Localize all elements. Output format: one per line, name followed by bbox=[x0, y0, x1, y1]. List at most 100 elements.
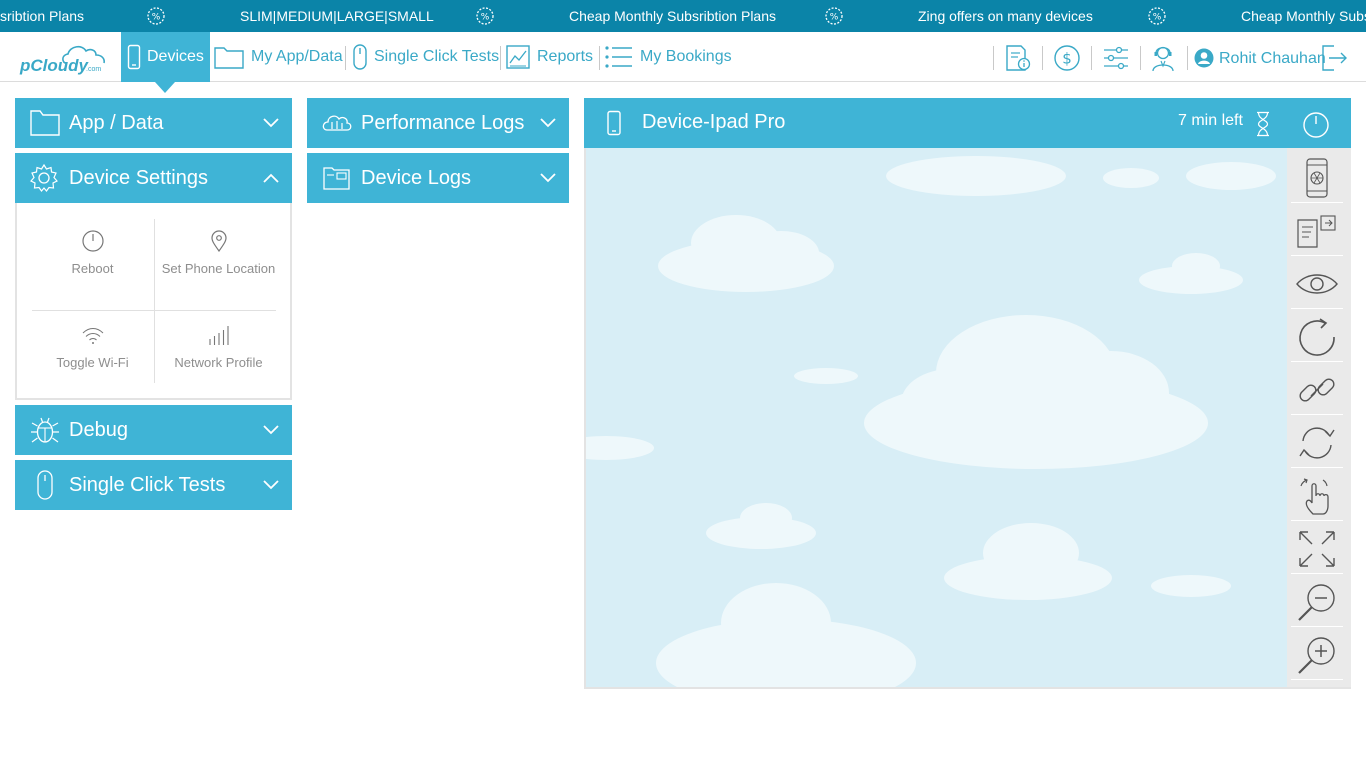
panel-device-logs-label: Device Logs bbox=[361, 167, 472, 189]
invoice-info-icon[interactable] bbox=[1003, 44, 1031, 72]
toggle-wifi-button[interactable]: Toggle Wi-Fi bbox=[32, 325, 153, 372]
nav-divider bbox=[599, 46, 600, 70]
mobile-phone-icon bbox=[607, 110, 621, 136]
svg-text:.com: .com bbox=[86, 66, 101, 73]
ticker-text: Zing offers on many devices bbox=[918, 8, 1093, 24]
rotate-button[interactable] bbox=[1291, 418, 1343, 468]
chevron-up-icon bbox=[263, 173, 279, 183]
panel-device-logs[interactable]: Device Logs bbox=[307, 153, 569, 203]
nav-divider bbox=[1140, 46, 1141, 70]
nav-my-bookings-label: My Bookings bbox=[640, 48, 732, 65]
nav-divider bbox=[1187, 46, 1188, 70]
cloud-performance-icon bbox=[322, 115, 352, 131]
nav-divider bbox=[993, 46, 994, 70]
power-icon bbox=[81, 230, 104, 252]
ticker-text: SLIM|MEDIUM|LARGE|SMALL bbox=[240, 8, 434, 24]
panel-debug-label: Debug bbox=[69, 419, 128, 441]
link-button[interactable] bbox=[1291, 365, 1343, 415]
fullscreen-icon bbox=[1299, 530, 1335, 567]
user-name[interactable]: Rohit Chauhan bbox=[1219, 32, 1326, 82]
pricing-dollar-icon[interactable]: $ bbox=[1053, 44, 1081, 72]
signal-bars-icon bbox=[208, 326, 229, 345]
pcloudy-logo[interactable]: pCloudy .com bbox=[18, 41, 114, 75]
release-device-power-icon[interactable] bbox=[1302, 111, 1330, 139]
nav-devices[interactable]: Devices bbox=[121, 32, 210, 82]
zoom-out-icon bbox=[1298, 583, 1335, 621]
network-profile-label: Network Profile bbox=[174, 355, 263, 370]
nav-single-click-tests[interactable]: Single Click Tests bbox=[352, 32, 499, 82]
device-action-toolbar bbox=[1287, 148, 1351, 689]
grid-divider bbox=[32, 310, 276, 311]
panel-app-data[interactable]: App / Data bbox=[15, 98, 292, 148]
session-time-left: 7 min left bbox=[1178, 112, 1243, 129]
logout-icon[interactable] bbox=[1320, 44, 1348, 72]
zoom-out-button[interactable] bbox=[1291, 577, 1343, 627]
log-window-icon bbox=[323, 167, 350, 190]
reload-button[interactable] bbox=[1291, 312, 1343, 362]
chevron-down-icon bbox=[540, 173, 556, 183]
rotate-icon bbox=[1299, 426, 1335, 459]
grid-divider bbox=[154, 219, 155, 383]
reboot-button[interactable]: Reboot bbox=[32, 229, 153, 278]
svg-text:%: % bbox=[481, 13, 490, 23]
install-app-icon bbox=[1297, 214, 1336, 248]
discount-badge-icon: % bbox=[147, 7, 165, 25]
folder-icon bbox=[30, 110, 60, 136]
set-phone-location-label: Set Phone Location bbox=[161, 261, 276, 276]
svg-text:%: % bbox=[152, 13, 161, 23]
view-button[interactable] bbox=[1291, 259, 1343, 309]
gesture-button[interactable] bbox=[1291, 471, 1343, 521]
device-screen[interactable] bbox=[584, 148, 1287, 689]
link-icon bbox=[1299, 377, 1335, 402]
ticker-text: Cheap Monthly Subsrib bbox=[1241, 8, 1366, 24]
report-icon bbox=[506, 45, 530, 69]
panel-debug[interactable]: Debug bbox=[15, 405, 292, 455]
nav-divider bbox=[1042, 46, 1043, 70]
gesture-icon bbox=[1300, 477, 1329, 515]
svg-text:$: $ bbox=[1062, 50, 1072, 68]
install-app-button[interactable] bbox=[1291, 206, 1343, 256]
nav-my-bookings[interactable]: My Bookings bbox=[604, 32, 732, 82]
mouse-icon bbox=[353, 44, 367, 70]
nav-reports[interactable]: Reports bbox=[505, 32, 593, 82]
nav-single-click-tests-label: Single Click Tests bbox=[374, 48, 500, 65]
nav-my-app-data[interactable]: My App/Data bbox=[213, 32, 343, 82]
fullscreen-button[interactable] bbox=[1291, 524, 1343, 574]
support-agent-icon[interactable] bbox=[1149, 44, 1177, 72]
nav-divider bbox=[1091, 46, 1092, 70]
set-phone-location-button[interactable]: Set Phone Location bbox=[158, 229, 279, 278]
panel-performance-logs-label: Performance Logs bbox=[361, 112, 525, 134]
settings-sliders-icon[interactable] bbox=[1102, 44, 1130, 72]
location-pin-icon bbox=[210, 230, 227, 253]
discount-badge-icon: % bbox=[1148, 7, 1166, 25]
chevron-down-icon bbox=[540, 118, 556, 128]
device-header: Device-Ipad Pro 7 min left bbox=[584, 98, 1351, 148]
zoom-in-button[interactable] bbox=[1291, 630, 1343, 680]
panel-single-click-tests[interactable]: Single Click Tests bbox=[15, 460, 292, 510]
nav-reports-label: Reports bbox=[537, 48, 594, 65]
hourglass-icon bbox=[1257, 111, 1269, 137]
user-avatar-icon[interactable] bbox=[1194, 48, 1214, 68]
panel-performance-logs[interactable]: Performance Logs bbox=[307, 98, 569, 148]
zoom-in-icon bbox=[1298, 636, 1335, 674]
nav-divider bbox=[500, 46, 501, 70]
panel-device-settings-label: Device Settings bbox=[69, 167, 208, 189]
top-navigation-bar: pCloudy .com Devices My App/Data Single … bbox=[0, 32, 1366, 82]
network-profile-button[interactable]: Network Profile bbox=[158, 325, 279, 372]
bug-icon bbox=[31, 417, 59, 443]
screenshot-button[interactable] bbox=[1291, 153, 1343, 203]
list-icon bbox=[605, 46, 632, 68]
screenshot-icon bbox=[1306, 157, 1328, 198]
panel-device-settings[interactable]: Device Settings bbox=[15, 153, 292, 203]
nav-devices-label: Devices bbox=[147, 48, 204, 65]
promo-ticker: sribtion Plans % SLIM|MEDIUM|LARGE|SMALL… bbox=[0, 0, 1366, 32]
svg-text:%: % bbox=[830, 13, 839, 23]
device-settings-panel-body: Reboot Set Phone Location Toggle Wi-Fi N… bbox=[15, 203, 292, 400]
wifi-icon bbox=[82, 328, 103, 344]
device-title: Device-Ipad Pro bbox=[642, 111, 786, 133]
svg-text:%: % bbox=[1153, 13, 1162, 23]
gear-icon bbox=[30, 163, 58, 192]
chevron-down-icon bbox=[263, 118, 279, 128]
panel-single-click-tests-label: Single Click Tests bbox=[69, 474, 226, 496]
discount-badge-icon: % bbox=[476, 7, 494, 25]
